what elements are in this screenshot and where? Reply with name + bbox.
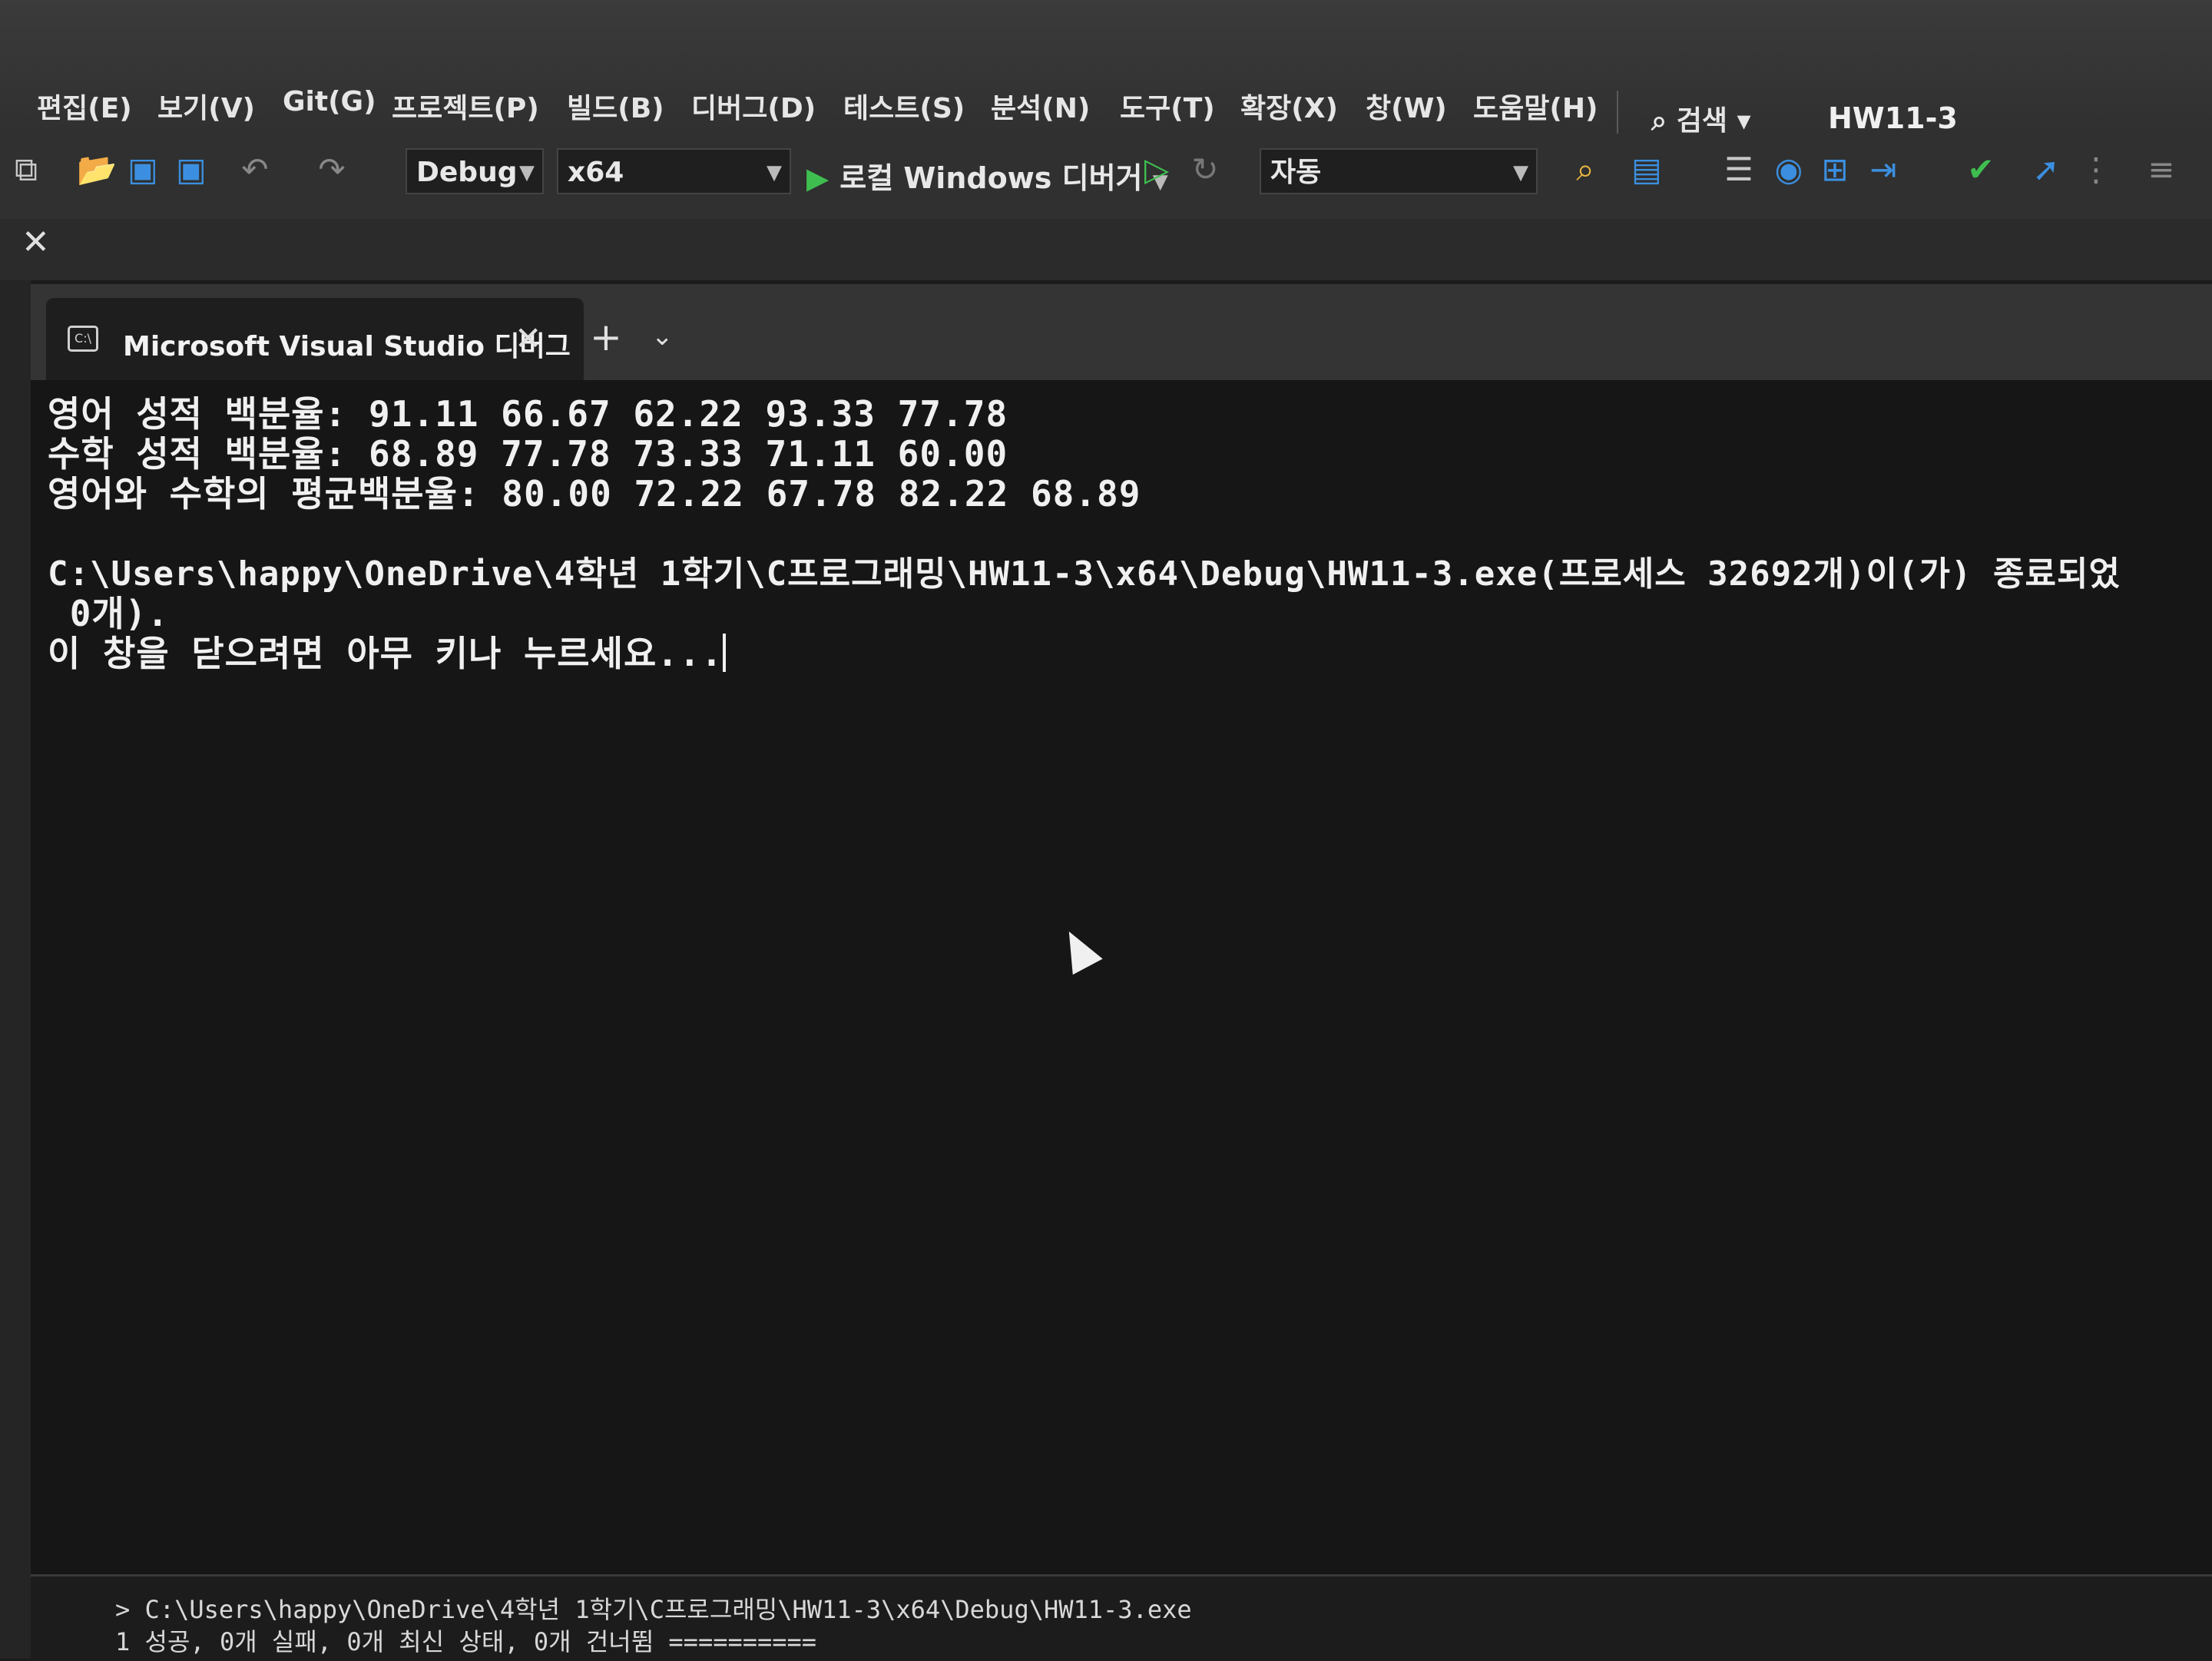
start-without-debugging-icon[interactable]: ▷ [1138,151,1175,188]
search-label: 검색 [1676,105,1727,137]
console-icon: C:\ [68,326,98,352]
run-target-label: 로컬 Windows 디버거 [839,161,1143,195]
left-panel-edge [0,280,31,1659]
menu-edit[interactable]: 편집(E) [37,86,132,126]
terminal-tab[interactable]: C:\ Microsoft Visual Studio 디버그 ✕ [46,298,584,380]
mode-value: 자동 [1270,157,1322,188]
mouse-pointer-icon [1054,923,1103,975]
start-debugging-button[interactable]: ▶ 로컬 Windows 디버거 ▼ [806,154,1168,197]
close-icon[interactable]: ✕ [22,223,50,262]
menu-bar: 편집(E) 보기(V) Git(G) 프로젝트(P) 빌드(B) 디버그(D) … [0,0,2212,137]
solution-name: HW11-3 [1828,101,1958,135]
menu-git[interactable]: Git(G) [283,86,376,117]
prompt-line: 이 창을 닫으려면 아무 키나 누르세요... [48,626,727,677]
chevron-down-icon: ▼ [1513,161,1528,184]
search-icon: ⌕ [1651,105,1667,137]
dock-strip [0,219,2212,280]
menu-view[interactable]: 보기(V) [157,86,255,126]
package-icon[interactable]: ⊞ [1816,151,1853,188]
diagnostic-icon[interactable]: ◉ [1770,151,1807,188]
terminal-output[interactable]: 영어 성적 백분율: 91.11 66.67 62.22 93.33 77.78… [31,380,2212,1574]
text-cursor [723,634,727,672]
new-tab-icon[interactable]: + [590,315,622,359]
menu-tools[interactable]: 도구(T) [1120,86,1215,126]
save-all-icon[interactable]: ▣ [173,151,210,188]
prompt-text: 이 창을 닫으려면 아무 키나 누르세요... [48,633,724,674]
output-pane-line: 1 성공, 0개 실패, 0개 최신 상태, 0개 건너뜀 ========== [115,1627,817,1656]
export-icon[interactable]: ⇥ [1865,151,1902,188]
close-icon[interactable]: ✕ [515,319,541,357]
menu-debug[interactable]: 디버그(D) [691,86,816,126]
output-line: 영어와 수학의 평균백분율: 80.00 72.22 67.78 82.22 6… [48,473,1141,515]
platform-value: x64 [568,157,624,188]
output-line: C:\Users\happy\OneDrive\4학년 1학기\C프로그래밍\H… [48,554,2121,594]
mode-select[interactable]: 자동 ▼ [1260,148,1538,194]
menu-analyze[interactable]: 분석(N) [991,86,1090,126]
new-project-icon[interactable]: ⧉ [8,151,45,188]
save-icon[interactable]: ▣ [124,151,161,188]
output-pane: > C:\Users\happy\OneDrive\4학년 1학기\C프로그래밍… [31,1574,2212,1661]
chevron-down-icon[interactable]: ⌄ [651,321,674,352]
menu-help[interactable]: 도움말(H) [1473,86,1598,126]
search-box[interactable]: ⌕ 검색 ▾ [1651,98,1751,138]
chevron-down-icon: ▼ [767,161,782,184]
check-icon[interactable]: ✔ [1962,151,1999,188]
open-folder-icon[interactable]: 📂 [77,151,117,188]
menu-window[interactable]: 창(W) [1366,86,1447,126]
terminal-tab-title: Microsoft Visual Studio 디버그 [123,331,571,362]
hot-reload-icon[interactable]: ↻ [1187,151,1224,188]
pointer-icon[interactable]: ➚ [2028,151,2065,188]
debug-console-window: C:\ Microsoft Visual Studio 디버그 ✕ + ⌄ 영어… [31,284,2212,1574]
configuration-value: Debug [416,157,518,188]
menu-extensions[interactable]: 확장(X) [1240,86,1338,126]
list-icon[interactable]: ☰ [1720,151,1757,188]
format-icon[interactable]: ⋮ [2078,151,2114,188]
window-icon[interactable]: ▤ [1628,151,1665,188]
menu-build[interactable]: 빌드(B) [567,86,664,126]
output-pane-line: > C:\Users\happy\OneDrive\4학년 1학기\C프로그래밍… [115,1595,1192,1624]
menu-project[interactable]: 프로젝트(P) [392,86,539,126]
terminal-tab-bar: C:\ Microsoft Visual Studio 디버그 ✕ + ⌄ [31,284,2212,380]
menu-test[interactable]: 테스트(S) [843,86,965,126]
chevron-down-icon: ▼ [519,161,535,184]
redo-icon[interactable]: ↷ [313,151,350,188]
configuration-select[interactable]: Debug ▼ [406,148,544,194]
play-icon: ▶ [806,161,830,195]
toolbar: ⧉ 📂 ▣ ▣ ↶ ↷ Debug ▼ x64 ▼ ▶ 로컬 Windows 디버… [0,134,2212,219]
platform-select[interactable]: x64 ▼ [557,148,791,194]
find-in-files-icon[interactable]: ⌕ [1567,151,1604,188]
menu-separator [1617,91,1618,134]
undo-icon[interactable]: ↶ [237,151,273,188]
chevron-down-icon: ▾ [1737,105,1751,137]
indent-icon[interactable]: ≡ [2143,151,2180,188]
